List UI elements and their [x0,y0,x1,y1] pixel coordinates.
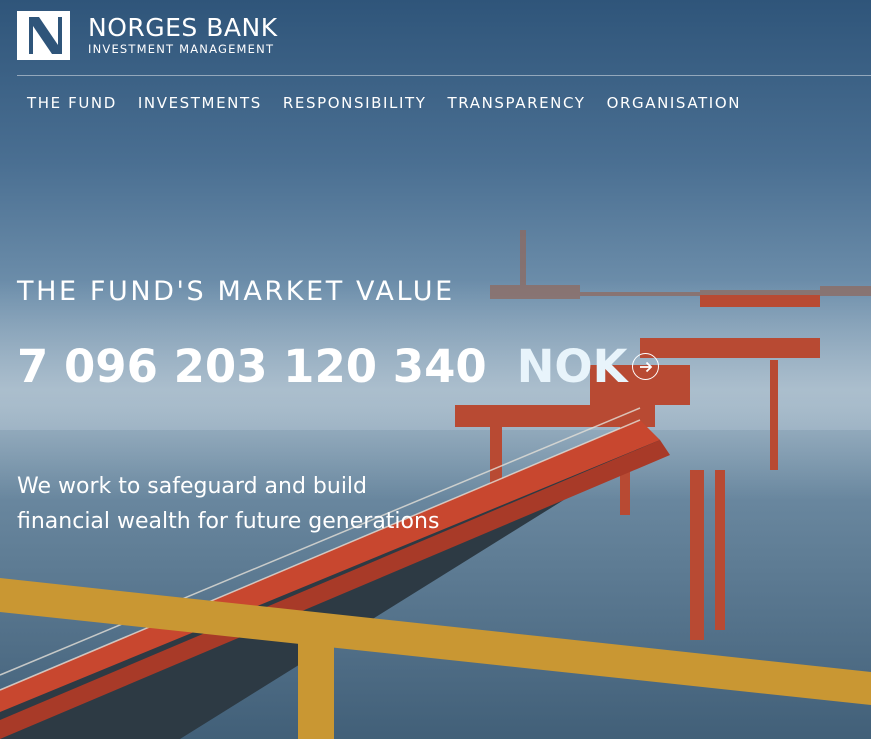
logo-title: NORGES BANK [88,13,278,43]
logo-subtitle: INVESTMENT MANAGEMENT [88,42,275,57]
market-value-currency: NOK [516,340,628,393]
logo[interactable]: NORGES BANK INVESTMENT MANAGEMENT [17,11,278,60]
nav-item-investments[interactable]: INVESTMENTS [138,94,262,112]
nav-divider [17,75,871,76]
market-value-amount: 7 096 203 120 340 [17,340,487,393]
tagline-line-2: financial wealth for future generations [17,509,440,534]
norges-bank-n-logo-icon [17,11,70,60]
nav-item-organisation[interactable]: ORGANISATION [607,94,741,112]
market-value-heading: THE FUND'S MARKET VALUE [17,276,455,307]
hero-tagline: We work to safeguard and build financial… [17,469,487,539]
logo-text: NORGES BANK INVESTMENT MANAGEMENT [88,15,278,56]
market-value: 7 096 203 120 340 NOK [17,340,628,393]
nav-item-the-fund[interactable]: THE FUND [27,94,117,112]
nav-item-responsibility[interactable]: RESPONSIBILITY [283,94,427,112]
main-navigation: THE FUND INVESTMENTS RESPONSIBILITY TRAN… [27,94,741,112]
market-value-arrow-button[interactable] [632,353,659,380]
arrow-right-circle-icon [639,361,652,372]
nav-item-transparency[interactable]: TRANSPARENCY [448,94,586,112]
tagline-line-1: We work to safeguard and build [17,474,368,499]
